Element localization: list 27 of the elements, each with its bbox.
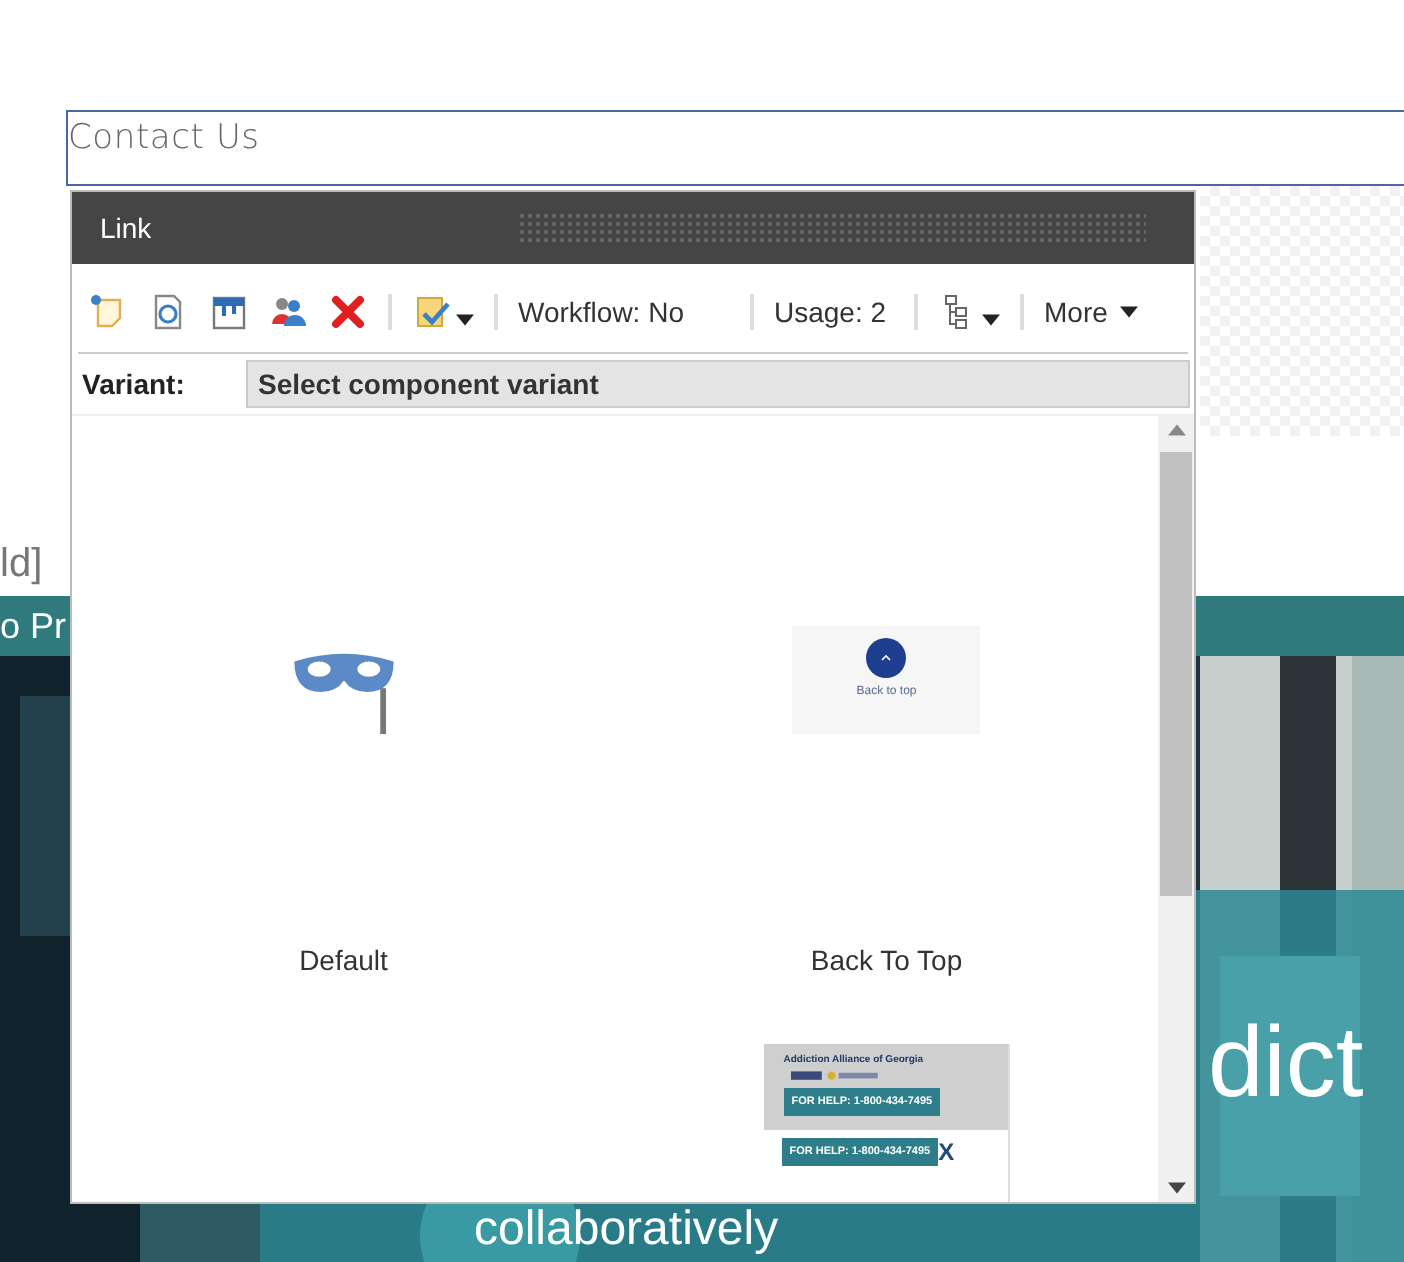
headline-text: collaboratively — [474, 1206, 779, 1254]
checklist-dropdown[interactable] — [412, 292, 474, 332]
usage-count[interactable]: Usage: 2 — [774, 296, 894, 328]
banner-text: o Pr — [0, 605, 67, 647]
drag-handle[interactable] — [518, 212, 1146, 244]
delete-icon[interactable] — [328, 292, 368, 332]
scroll-up-icon[interactable] — [1167, 424, 1185, 436]
close-mark: X — [938, 1138, 955, 1166]
more-menu[interactable]: More — [1044, 296, 1138, 328]
caret-icon — [982, 314, 1000, 326]
variant-name: Back To Top — [810, 944, 963, 976]
mask-icon[interactable] — [289, 650, 398, 734]
page-text: ld] — [0, 542, 43, 588]
caret-icon — [456, 314, 474, 326]
dialog-title: Link — [100, 212, 154, 244]
layout-icon[interactable] — [208, 292, 248, 332]
contact-field[interactable]: Contact Us — [66, 110, 1404, 186]
headline-text: dict — [1208, 1012, 1364, 1112]
variant-name: Default — [299, 944, 388, 976]
caret-icon — [1119, 306, 1138, 318]
workflow-status: Workflow: No — [518, 296, 686, 328]
variant-label: Variant: — [82, 368, 187, 400]
users-icon[interactable] — [268, 292, 308, 332]
scrollbar[interactable] — [1158, 416, 1194, 1202]
variant-select[interactable]: Select component variant — [246, 360, 1190, 408]
checklist-icon — [412, 292, 452, 332]
scroll-down-icon[interactable] — [1167, 1182, 1185, 1194]
